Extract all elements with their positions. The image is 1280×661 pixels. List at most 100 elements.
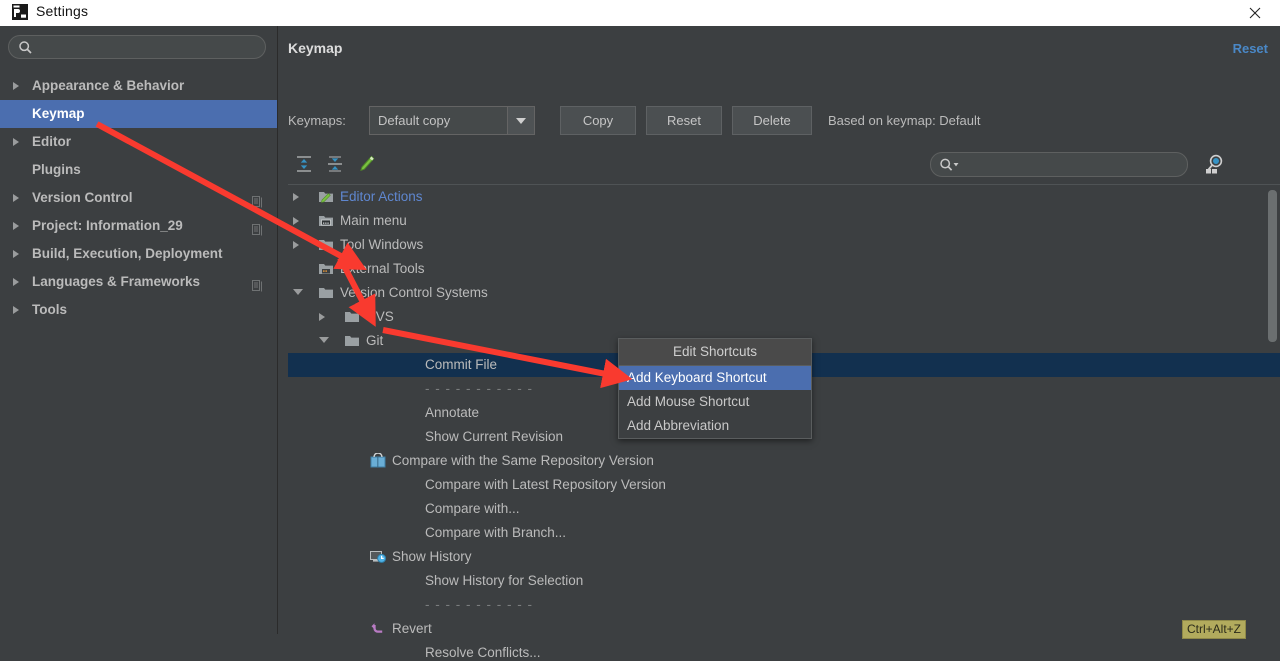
tree-row-label: Show History for Selection: [425, 573, 584, 588]
expand-all-icon[interactable]: [292, 152, 316, 176]
edit-pencil-icon[interactable]: [354, 152, 378, 176]
tree-row-label: Commit File: [425, 357, 498, 372]
tree-row[interactable]: Tool Windows: [288, 233, 1280, 257]
context-menu-item-add-mouse-shortcut[interactable]: Add Mouse Shortcut: [619, 390, 811, 414]
sidebar-item-keymap[interactable]: Keymap: [0, 100, 277, 128]
chevron-right-icon[interactable]: [13, 278, 19, 286]
tree-row-label: Tool Windows: [340, 237, 424, 252]
separator-label: - - - - - - - - - - -: [425, 381, 533, 396]
delete-button[interactable]: Delete: [732, 106, 812, 135]
sidebar-item-label: Languages & Frameworks: [32, 274, 201, 289]
tree-row-label: CVS: [366, 309, 394, 324]
collapse-all-icon[interactable]: [323, 152, 347, 176]
chevron-right-icon[interactable]: [319, 313, 325, 321]
project-settings-icon: [252, 219, 263, 236]
folder-icon: [318, 237, 334, 253]
tree-row-label: Main menu: [340, 213, 407, 228]
separator-label: - - - - - - - - - - -: [425, 597, 533, 612]
sidebar-item-label: Project: Information_29: [32, 218, 183, 233]
sidebar-item-appearance-behavior[interactable]: Appearance & Behavior: [0, 72, 277, 100]
tree-row-label: Revert: [392, 621, 432, 636]
keymap-panel: Keymap Reset Keymaps: Default copy Copy …: [278, 26, 1280, 661]
sidebar-item-editor[interactable]: Editor: [0, 128, 277, 156]
project-settings-icon: [252, 275, 263, 292]
tree-row[interactable]: Show History for Selection: [288, 569, 1280, 593]
chevron-right-icon[interactable]: [13, 222, 19, 230]
sidebar-item-build-execution-deployment[interactable]: Build, Execution, Deployment: [0, 240, 277, 268]
sidebar-item-languages-frameworks[interactable]: Languages & Frameworks: [0, 268, 277, 296]
close-icon[interactable]: [1240, 2, 1270, 24]
tree-row[interactable]: Main menu: [288, 209, 1280, 233]
tree-row[interactable]: Show History: [288, 545, 1280, 569]
tree-row-label: Compare with...: [425, 501, 520, 516]
chevron-right-icon[interactable]: [13, 138, 19, 146]
chevron-right-icon[interactable]: [13, 306, 19, 314]
settings-search-input[interactable]: [39, 36, 261, 60]
tree-row[interactable]: Compare with Latest Repository Version: [288, 473, 1280, 497]
sidebar-item-label: Build, Execution, Deployment: [32, 246, 223, 261]
tree-row[interactable]: Compare with...: [288, 497, 1280, 521]
sidebar-item-tools[interactable]: Tools: [0, 296, 277, 324]
chevron-right-icon[interactable]: [13, 250, 19, 258]
keymap-select[interactable]: Default copy: [369, 106, 535, 135]
folder-icon: [344, 309, 360, 325]
show-history-icon: [370, 549, 387, 565]
tree-row-label: Annotate: [425, 405, 480, 420]
tree-scrollbar[interactable]: [1267, 186, 1278, 656]
tree-row-label: Show Current Revision: [425, 429, 564, 444]
tree-row[interactable]: External Tools: [288, 257, 1280, 281]
keymap-find-box[interactable]: [930, 152, 1188, 178]
shortcut-context-menu: Edit Shortcuts Add Keyboard Shortcut Add …: [618, 338, 812, 439]
tree-row-label: Editor Actions: [340, 189, 423, 204]
sidebar-item-plugins[interactable]: Plugins: [0, 156, 277, 184]
tree-row[interactable]: Compare with Branch...: [288, 521, 1280, 545]
page-title: Keymap: [288, 40, 343, 56]
chevron-right-icon[interactable]: [293, 241, 299, 249]
chevron-right-icon[interactable]: [13, 82, 19, 90]
tree-row-label: Version Control Systems: [340, 285, 488, 300]
chevron-right-icon[interactable]: [293, 193, 299, 201]
reset-link[interactable]: Reset: [1233, 41, 1268, 56]
chevron-down-icon[interactable]: [293, 289, 303, 295]
editor-actions-folder-icon: [318, 189, 334, 205]
search-icon: [939, 157, 961, 176]
context-menu-item-add-keyboard-shortcut[interactable]: Add Keyboard Shortcut: [619, 366, 811, 390]
tree-row[interactable]: Resolve Conflicts...: [288, 641, 1280, 661]
sidebar-item-label: Appearance & Behavior: [32, 78, 185, 93]
tree-scrollbar-thumb[interactable]: [1268, 190, 1277, 342]
chevron-right-icon[interactable]: [13, 194, 19, 202]
context-menu-item-add-abbreviation[interactable]: Add Abbreviation: [619, 414, 811, 438]
sidebar-item-label: Keymap: [32, 106, 85, 121]
context-menu-title: Edit Shortcuts: [619, 339, 811, 366]
pycharm-logo-icon: [12, 4, 28, 20]
sidebar-item-project-information-29[interactable]: Project: Information_29: [0, 212, 277, 240]
sidebar-item-version-control[interactable]: Version Control: [0, 184, 277, 212]
compare-icon: [370, 452, 386, 469]
tree-row-label: Resolve Conflicts...: [425, 645, 541, 660]
sidebar-item-label: Editor: [32, 134, 71, 149]
tree-row[interactable]: Revert Ctrl+Alt+Z: [288, 617, 1280, 641]
find-by-shortcut-icon[interactable]: [1203, 152, 1227, 178]
external-tools-folder-icon: [318, 261, 334, 277]
tree-row-label: Compare with Branch...: [425, 525, 567, 540]
tree-row-label: Show History: [392, 549, 472, 564]
settings-window: Settings Appearance & Behavior Keymap Edit…: [0, 0, 1280, 661]
tree-row[interactable]: CVS: [288, 305, 1280, 329]
reset-button[interactable]: Reset: [646, 106, 722, 135]
settings-sidebar: Appearance & Behavior Keymap Editor Plugins…: [0, 26, 278, 634]
chevron-down-icon[interactable]: [319, 337, 329, 343]
chevron-right-icon[interactable]: [293, 217, 299, 225]
folder-icon: [344, 333, 360, 349]
keymaps-label: Keymaps:: [288, 113, 346, 128]
tree-row[interactable]: Compare with the Same Repository Version: [288, 449, 1280, 473]
sidebar-item-label: Tools: [32, 302, 67, 317]
keymap-select-value: Default copy: [378, 113, 451, 128]
tree-row-label: External Tools: [340, 261, 425, 276]
settings-search-box[interactable]: [8, 35, 266, 60]
keymap-find-input[interactable]: [965, 153, 1181, 178]
tree-row[interactable]: Editor Actions: [288, 185, 1280, 209]
chevron-down-icon[interactable]: [507, 107, 534, 134]
title-bar: Settings: [0, 0, 1280, 27]
copy-button[interactable]: Copy: [560, 106, 636, 135]
tree-row[interactable]: Version Control Systems: [288, 281, 1280, 305]
